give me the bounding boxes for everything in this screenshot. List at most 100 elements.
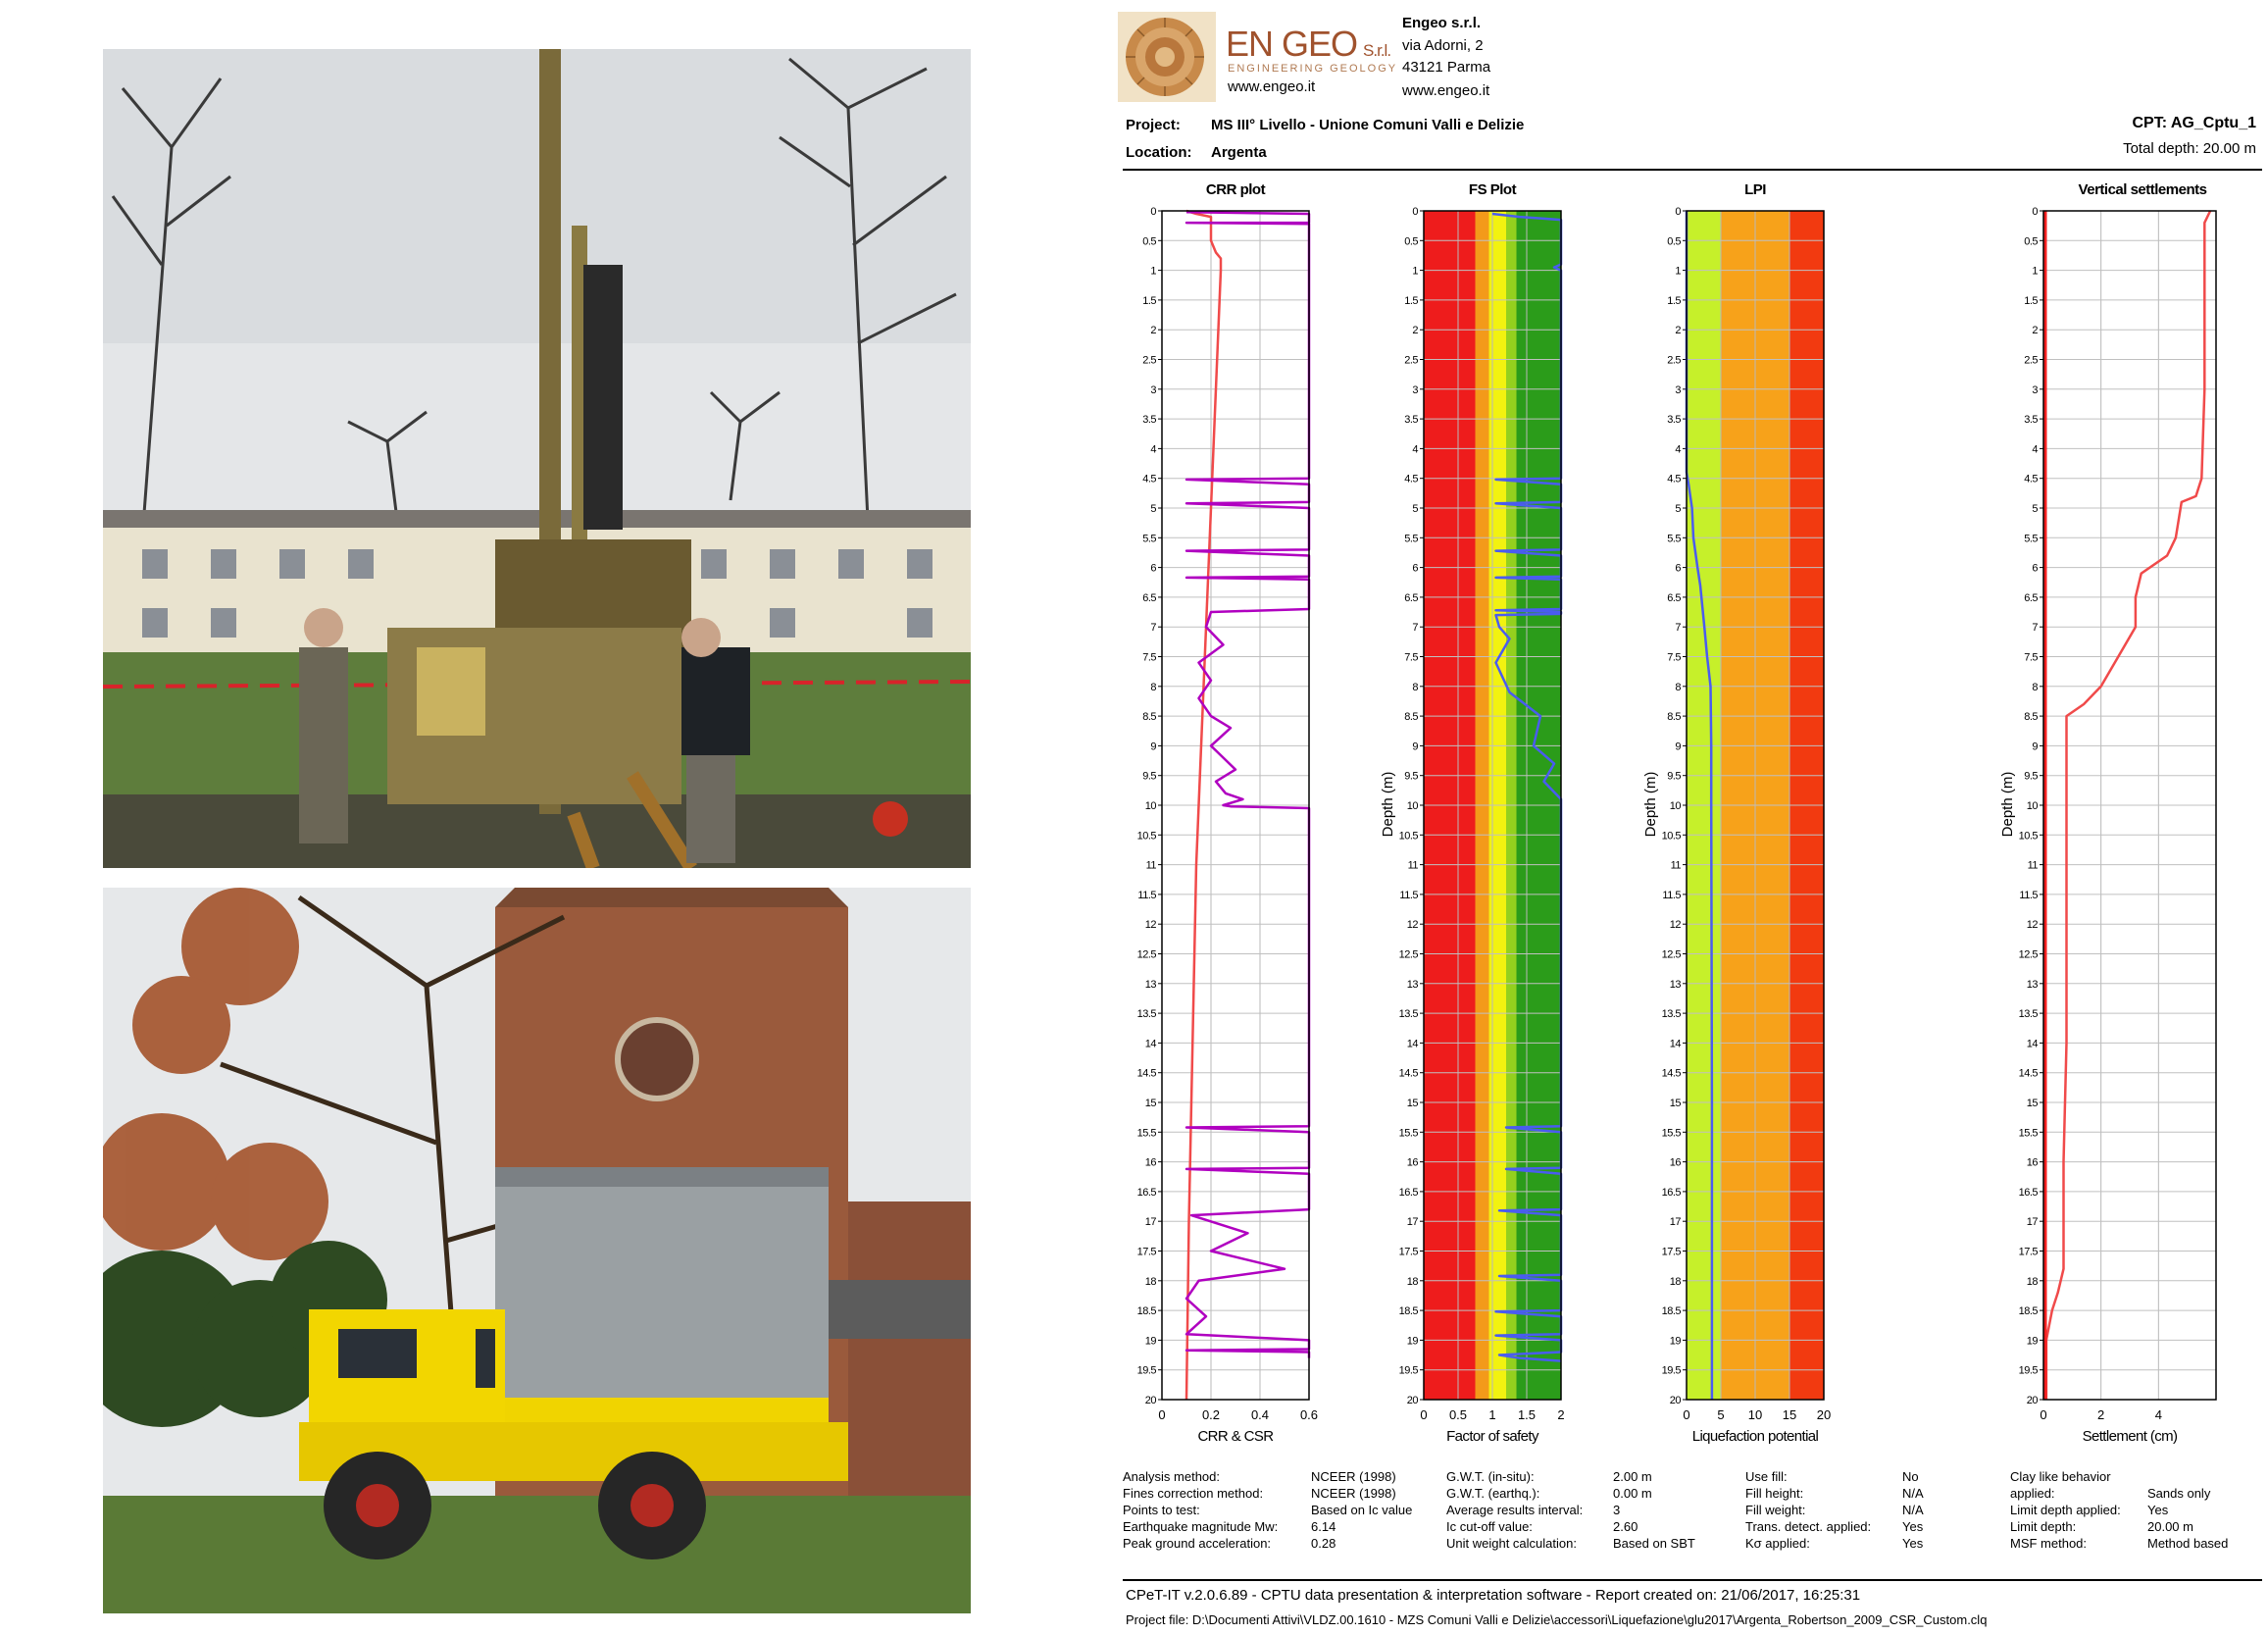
cpt-report: EN GEO S.r.l. ENGINEERING GEOLOGY www.eng… [1118,0,2268,1635]
settlement-y-tick: 3 [2032,384,2038,396]
settlement-y-tick: 8.5 [2024,711,2038,723]
lpi-y-tick: 9.5 [1667,771,1681,783]
fs-y-tick: 18.5 [1399,1305,1419,1317]
crr-y-tick: 11 [1146,860,1157,872]
summary-value: 6.14 [1311,1519,1336,1534]
fs-y-tick: 14 [1407,1038,1419,1049]
lpi-y-tick: 19.5 [1662,1365,1682,1377]
settlement-y-tick: 4 [2032,443,2038,455]
crr-y-tick: 2.5 [1142,355,1156,367]
summary-label: Limit depth: [2010,1519,2077,1534]
crr-y-tick: 7 [1150,622,1156,634]
settlement-y-tick: 12 [2027,919,2039,931]
summary-value: Yes [1902,1536,1924,1551]
fs-y-tick: 5 [1412,503,1418,515]
lpi-y-tick: 16 [1670,1157,1682,1169]
settlement-y-tick: 5 [2032,503,2038,515]
fs-y-tick: 7.5 [1404,652,1418,664]
lpi-y-tick: 13 [1670,979,1682,991]
lpi-x-tick: 5 [1717,1407,1724,1422]
fs-y-tick: 8.5 [1404,711,1418,723]
fs-y-tick: 1.5 [1404,295,1418,307]
settlement-y-tick: 9 [2032,741,2038,752]
summary-label: G.W.T. (earthq.): [1446,1486,1540,1501]
crr-y-tick: 13.5 [1137,1008,1157,1020]
lpi-y-tick: 17 [1670,1216,1682,1228]
crr-y-tick: 13 [1145,979,1157,991]
lpi-y-tick: 17.5 [1662,1247,1682,1258]
lpi-y-tick: 18 [1670,1276,1682,1288]
lpi-y-tick: 16.5 [1662,1187,1682,1199]
summary-value: 0.00 m [1613,1486,1652,1501]
crr-y-tick: 4.5 [1142,474,1156,485]
truck-photo [103,888,971,1613]
crr-y-tick: 5.5 [1142,533,1156,544]
settlement-y-tick: 7.5 [2024,652,2038,664]
fs-y-tick: 0.5 [1404,235,1418,247]
summary-label: Kσ applied: [1745,1536,1810,1551]
summary-label: Use fill: [1745,1469,1788,1484]
settlement-y-tick: 19 [2027,1335,2039,1347]
settlement-y-tick: 2 [2032,325,2038,336]
cpt-plots: 0 0.2 0.4 0.600.511.522.533.544.555.566.577… [1137,206,2217,1445]
fs-y-tick: 6 [1412,563,1418,575]
crr-y-tick: 6.5 [1142,592,1156,604]
lpi-x-tick: 20 [1817,1407,1831,1422]
summary-label: Limit depth applied: [2010,1503,2121,1517]
summary-label: Points to test: [1123,1503,1200,1517]
lpi-x-label: Liquefaction potential [1692,1428,1819,1445]
crr-y-tick: 8.5 [1142,711,1156,723]
lpi-y-tick: 15 [1670,1098,1682,1109]
lpi-y-tick: 11 [1671,860,1682,872]
fs-y-tick: 16.5 [1399,1187,1419,1199]
lpi-y-tick: 18.5 [1662,1305,1682,1317]
lpi-y-tick: 13.5 [1662,1008,1682,1020]
summary-value: Method based [2147,1536,2229,1551]
fs-y-tick: 2 [1412,325,1418,336]
fs-x-tick: 0 [1420,1407,1427,1422]
lpi-y-tick: 2.5 [1667,355,1681,367]
crr-y-tick: 17.5 [1137,1247,1157,1258]
summary-label: Peak ground acceleration: [1123,1536,1272,1551]
fs-y-tick: 9 [1412,741,1418,752]
settlement-y-tick: 5.5 [2024,533,2038,544]
settlement-y-tick: 18 [2027,1276,2039,1288]
footer-project-file: Project file: D:\Documenti Attivi\VLDZ.0… [1126,1612,1988,1627]
settlement-y-tick: 14 [2027,1038,2039,1049]
fs-x-label: Factor of safety [1446,1428,1539,1445]
footer-software: CPeT-IT v.2.0.6.89 - CPTU data presentat… [1126,1587,1861,1604]
fs-y-tick: 10.5 [1399,830,1419,842]
summary-value: Based on SBT [1613,1536,1695,1551]
settlement-y-tick: 9.5 [2024,771,2038,783]
settlement-y-tick: 15.5 [2019,1127,2039,1139]
summary-value: 2.00 m [1613,1469,1652,1484]
summary-value: Yes [1902,1519,1924,1534]
fs-y-tick: 13.5 [1399,1008,1419,1020]
crr-y-tick: 0 [1150,206,1156,218]
fs-y-tick: 12 [1407,919,1419,931]
crr-y-tick: 3 [1150,384,1156,396]
fs-y-tick: 3 [1412,384,1418,396]
lpi-y-tick: 1 [1675,266,1681,278]
crr-y-tick: 19.5 [1137,1365,1157,1377]
crr-y-tick: 2 [1150,325,1156,336]
settlement-x-tick: 4 [2155,1407,2162,1422]
settlement-y-tick: 10.5 [2019,830,2039,842]
summary-value: N/A [1902,1503,1924,1517]
fs-y-tick: 15.5 [1399,1127,1419,1139]
settlement-y-tick: 1 [2032,266,2038,278]
lpi-y-tick: 0 [1675,206,1681,218]
summary-label: Earthquake magnitude Mw: [1123,1519,1279,1534]
crr-y-tick: 1 [1150,266,1156,278]
crr-y-tick: 18.5 [1137,1305,1157,1317]
summary-label: Analysis method: [1123,1469,1220,1484]
settlement-x-label: Settlement (cm) [2083,1428,2178,1445]
crr-y-tick: 20 [1145,1395,1157,1406]
settlement-y-tick: 6.5 [2024,592,2038,604]
fs-y-tick: 11.5 [1399,890,1418,901]
settlement-y-tick: 0 [2032,206,2038,218]
lpi-y-tick: 4 [1675,443,1681,455]
summary-label: Fines correction method: [1123,1486,1264,1501]
lpi-y-tick: 3 [1675,384,1681,396]
fs-y-tick: 8 [1412,682,1418,693]
